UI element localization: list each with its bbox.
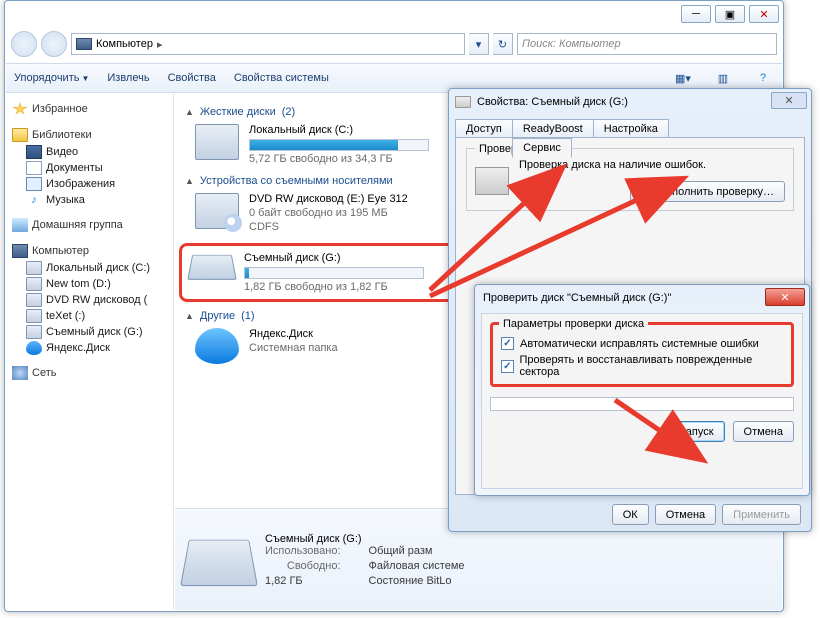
selected-drive-icon [180,539,258,585]
sidebar-item-documents[interactable]: Документы [8,160,171,176]
sidebar-drive-texet[interactable]: teXet (:) [8,308,171,324]
dvd-drive-icon [195,193,239,229]
details-total-label: Общий разм [369,545,465,557]
nav-forward-button[interactable] [41,31,67,57]
scan-recover-label: Проверять и восстанавливать поврежденные… [520,354,783,378]
properties-button[interactable]: Свойства [168,72,216,84]
details-title: Съемный диск (G:) [265,533,465,545]
options-legend: Параметры проверки диска [499,318,648,330]
network-group[interactable]: Сеть [8,364,171,382]
tab-tools[interactable]: Сервис [512,138,572,158]
sidebar-drive-d[interactable]: New tom (D:) [8,276,171,292]
dialog-titlebar[interactable]: Проверить диск "Съемный диск (G:)" [475,285,809,311]
details-free-label: Свободно: [265,560,341,572]
sidebar-drive-c[interactable]: Локальный диск (C:) [8,260,171,276]
tab-sharing[interactable]: Доступ [455,119,513,138]
address-history-button[interactable]: ▾ [469,33,489,55]
music-icon: ♪ [26,193,42,207]
check-disk-dialog: Проверить диск "Съемный диск (G:)" ✕ Пар… [474,284,810,496]
breadcrumb-sep-icon[interactable]: ▸ [157,38,163,51]
picture-icon [26,177,42,191]
homegroup-group[interactable]: Домашняя группа [8,216,171,234]
navigation-pane: Избранное Библиотеки Видео Документы Изо… [6,94,174,610]
close-button[interactable]: ✕ [749,5,779,23]
address-row: Компьютер ▸ ▾ ↻ Поиск: Компьютер [11,31,777,57]
apply-button[interactable]: Применить [722,504,801,525]
usage-bar [244,267,424,279]
address-text: Компьютер [96,38,153,50]
usb-drive-icon [187,255,236,280]
usage-bar [249,139,429,151]
sidebar-item-music[interactable]: ♪Музыка [8,192,171,208]
close-button[interactable]: ✕ [771,92,807,109]
details-fs-label: Файловая системе [369,560,465,572]
hdd-icon [195,124,239,160]
check-disk-icon [475,167,509,195]
check-now-button[interactable]: Выполнить проверку… [630,181,785,202]
scan-recover-checkbox-row[interactable]: ✓ Проверять и восстанавливать поврежденн… [501,354,783,378]
window-controls: ─ ▣ ✕ [681,5,779,23]
tab-readyboost[interactable]: ReadyBoost [512,119,594,138]
start-button[interactable]: Запуск [668,421,724,442]
network-icon [12,366,28,380]
drive-icon [455,96,471,108]
yandex-disk-icon [26,341,42,355]
cancel-button[interactable]: Отмена [655,504,716,525]
yandex-disk-icon [195,328,239,364]
libraries-icon [12,128,28,142]
check-description: Проверка диска на наличие ошибок. [519,159,785,171]
disk-icon [26,309,42,323]
shield-icon [641,186,653,198]
dialog-buttons: ОК Отмена Применить [449,504,811,525]
details-bitlocker-label: Состояние BitLо [369,575,465,587]
dialog-titlebar[interactable]: Свойства: Съемный диск (G:) [449,89,811,115]
maximize-button[interactable]: ▣ [715,5,745,23]
film-icon [26,145,42,159]
dialog-title: Проверить диск "Съемный диск (G:)" [483,292,671,304]
auto-fix-label: Автоматически исправлять системные ошибк… [520,338,759,350]
checkbox-checked-icon[interactable]: ✓ [501,337,514,350]
details-free-value: 1,82 ГБ [265,575,341,587]
address-bar[interactable]: Компьютер ▸ [71,33,465,55]
cancel-button[interactable]: Отмена [733,421,794,442]
disk-check-options-highlight: Параметры проверки диска ✓ Автоматически… [490,322,794,387]
preview-pane-button[interactable]: ▥ [712,67,734,89]
sidebar-item-videos[interactable]: Видео [8,144,171,160]
close-button[interactable]: ✕ [765,288,805,306]
eject-button[interactable]: Извлечь [107,72,149,84]
view-mode-button[interactable]: ▦▾ [672,67,694,89]
document-icon [26,161,42,175]
usb-icon [26,325,42,339]
sidebar-drive-g[interactable]: Съемный диск (G:) [8,324,171,340]
disk-icon [26,277,42,291]
computer-icon [12,244,28,258]
search-input[interactable]: Поиск: Компьютер [517,33,777,55]
auto-fix-checkbox-row[interactable]: ✓ Автоматически исправлять системные оши… [501,337,783,350]
details-used-label: Использовано: [265,545,341,557]
disk-icon [26,261,42,275]
system-properties-button[interactable]: Свойства системы [234,72,329,84]
favorites-group[interactable]: Избранное [8,100,171,118]
organize-menu[interactable]: Упорядочить▼ [14,72,89,84]
dialog-title: Свойства: Съемный диск (G:) [477,96,628,108]
computer-icon [76,38,92,50]
homegroup-icon [12,218,28,232]
refresh-button[interactable]: ↻ [493,33,513,55]
progress-bar [490,397,794,411]
minimize-button[interactable]: ─ [681,5,711,23]
star-icon [12,102,28,116]
sidebar-drive-dvd[interactable]: DVD RW дисковод ( [8,292,171,308]
tab-customize[interactable]: Настройка [593,119,669,138]
sidebar-item-pictures[interactable]: Изображения [8,176,171,192]
libraries-group[interactable]: Библиотеки [8,126,171,144]
computer-group[interactable]: Компьютер [8,242,171,260]
sidebar-yandex-disk[interactable]: Яндекс.Диск [8,340,171,356]
dvd-icon [26,293,42,307]
checkbox-checked-icon[interactable]: ✓ [501,360,514,373]
ok-button[interactable]: ОК [612,504,649,525]
nav-back-button[interactable] [11,31,37,57]
help-button[interactable]: ? [752,67,774,89]
